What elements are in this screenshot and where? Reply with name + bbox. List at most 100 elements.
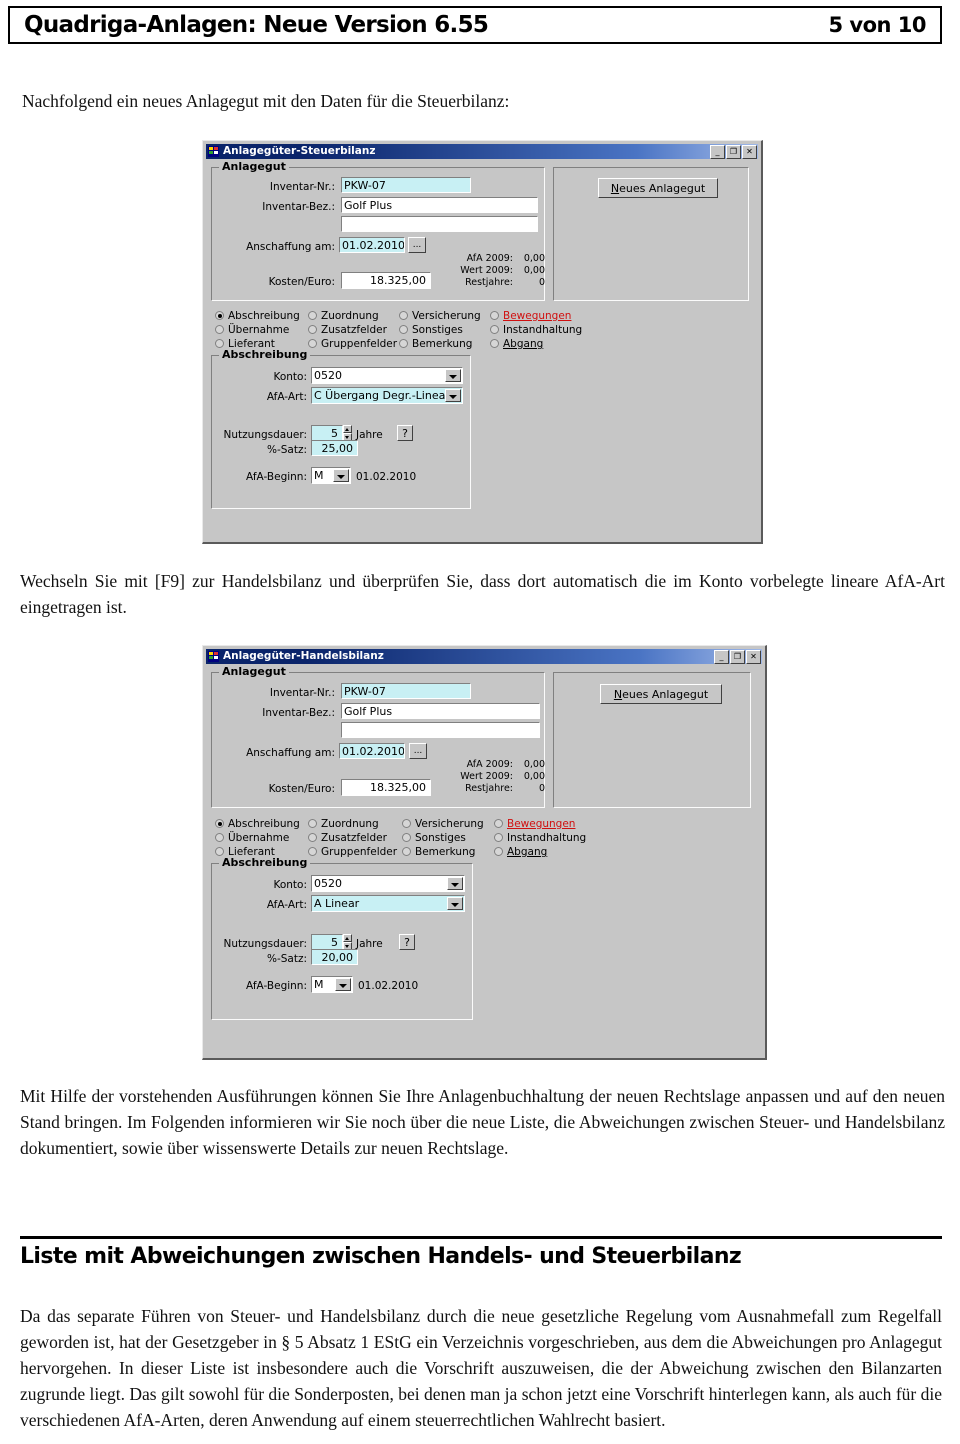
minimize-icon[interactable]: _ — [714, 649, 729, 664]
stat-restjahre: Restjahre: 0 — [455, 277, 545, 288]
paragraph-after-second-screenshot: Mit Hilfe der vorstehenden Ausführungen … — [20, 1086, 945, 1158]
radio-zuordnung[interactable]: Zuordnung — [308, 310, 379, 322]
radio-abschreibung[interactable]: Abschreibung — [215, 818, 300, 830]
group-abschreibung-legend: Abschreibung — [219, 856, 311, 869]
stat-afa-2009-label: AfA 2009: — [466, 759, 513, 770]
stat-afa-2009: AfA 2009: 0,00 — [455, 759, 545, 770]
input-inventar-bez[interactable]: Golf Plus — [341, 703, 540, 719]
select-afa-beginn-value: M — [314, 469, 324, 482]
radio-gruppenfelder[interactable]: Gruppenfelder — [308, 338, 397, 350]
radio-versicherung[interactable]: Versicherung — [402, 818, 484, 830]
stat-wert-2009: Wert 2009: 0,00 — [455, 265, 545, 276]
select-afa-art[interactable]: C Übergang Degr.-Linear — [311, 387, 463, 404]
radio-sonstiges[interactable]: Sonstiges — [399, 324, 463, 336]
input-nutzungsdauer[interactable]: 5 — [311, 934, 343, 950]
input-anschaffung-datum[interactable]: 01.02.2010 — [339, 237, 405, 253]
close-icon[interactable]: ✕ — [742, 144, 757, 159]
select-konto[interactable]: 0520 — [311, 367, 463, 384]
new-asset-button-label: eues Anlagegut — [619, 181, 706, 195]
section-heading: Liste mit Abweichungen zwischen Handels-… — [20, 1244, 742, 1269]
radio-instandhaltung[interactable]: Instandhaltung — [490, 324, 582, 336]
document-page: Quadriga-Anlagen: Neue Version 6.55 5 vo… — [0, 0, 960, 1444]
select-konto[interactable]: 0520 — [311, 875, 465, 892]
label-kosten-euro: Kosten/Euro: — [268, 783, 335, 795]
minimize-icon[interactable]: _ — [710, 144, 725, 159]
radio-bewegungen[interactable]: Bewegungen — [490, 310, 571, 322]
new-asset-button-mnemonic: N — [610, 181, 620, 195]
radio-abgang[interactable]: Abgang — [494, 846, 547, 858]
input-inventar-nr[interactable]: PKW-07 — [341, 683, 471, 699]
maximize-icon[interactable]: ❐ — [730, 649, 745, 664]
window-title: Anlagegüter-Handelsbilanz — [223, 650, 384, 662]
chevron-down-icon[interactable] — [445, 389, 461, 402]
page-number-indicator: 5 von 10 — [828, 13, 926, 37]
stat-restjahre: Restjahre: 0 — [455, 783, 545, 794]
radio-bemerkung[interactable]: Bemerkung — [399, 338, 472, 350]
select-afa-art-value: C Übergang Degr.-Linear — [314, 389, 450, 402]
label-konto: Konto: — [273, 879, 307, 891]
select-afa-beginn[interactable]: M — [311, 467, 351, 484]
label-inventar-bez: Inventar-Bez.: — [262, 201, 335, 213]
page-title: Quadriga-Anlagen: Neue Version 6.55 — [24, 12, 489, 38]
radio-abschreibung[interactable]: Abschreibung — [215, 310, 300, 322]
input-inventar-bez-line2[interactable] — [341, 216, 538, 232]
stat-wert-2009-label: Wert 2009: — [460, 771, 513, 782]
chevron-down-icon[interactable] — [447, 897, 463, 910]
radio-bewegungen[interactable]: Bewegungen — [494, 818, 575, 830]
middle-paragraph: Wechseln Sie mit [F9] zur Handelsbilanz … — [20, 571, 945, 617]
closing-paragraph: Da das separate Führen von Steuer- und H… — [20, 1306, 942, 1430]
help-button[interactable]: ? — [399, 934, 415, 950]
radio-zuordnung[interactable]: Zuordnung — [308, 818, 379, 830]
chevron-down-icon[interactable] — [335, 978, 351, 991]
input-nutzungsdauer[interactable]: 5 — [311, 425, 343, 441]
input-prozentsatz[interactable]: 20,00 — [311, 949, 358, 965]
text-afa-beginn-datum: 01.02.2010 — [356, 471, 417, 483]
section-divider — [20, 1236, 942, 1239]
radio-sonstiges[interactable]: Sonstiges — [402, 832, 466, 844]
nutzungsdauer-stepper[interactable] — [343, 934, 352, 950]
radio-zusatzfelder[interactable]: Zusatzfelder — [308, 324, 387, 336]
new-asset-button[interactable]: Neues Anlagegut — [598, 178, 718, 198]
label-afa-art: AfA-Art: — [266, 899, 307, 911]
input-prozentsatz[interactable]: 25,00 — [311, 440, 358, 456]
input-inventar-bez-line2[interactable] — [341, 722, 540, 738]
input-inventar-nr[interactable]: PKW-07 — [341, 177, 471, 193]
radio-abgang[interactable]: Abgang — [490, 338, 543, 350]
radio-zusatzfelder[interactable]: Zusatzfelder — [308, 832, 387, 844]
screenshot-anlageguter-handelsbilanz: Anlagegüter-Handelsbilanz _ ❐ ✕ Anlagegu… — [202, 645, 767, 1060]
chevron-down-icon[interactable] — [333, 469, 349, 482]
radio-versicherung[interactable]: Versicherung — [399, 310, 481, 322]
date-picker-button[interactable]: ... — [409, 743, 427, 759]
date-picker-button[interactable]: ... — [408, 237, 426, 253]
stat-wert-2009-value: 0,00 — [523, 265, 545, 276]
chevron-down-icon[interactable] — [445, 369, 461, 382]
label-afa-beginn: AfA-Beginn: — [246, 471, 307, 483]
radio-instandhaltung[interactable]: Instandhaltung — [494, 832, 586, 844]
select-afa-art[interactable]: A Linear — [311, 895, 465, 912]
input-inventar-bez[interactable]: Golf Plus — [341, 197, 538, 213]
new-asset-button[interactable]: Neues Anlagegut — [600, 684, 722, 704]
screenshot-anlageguter-steuerbilanz: Anlagegüter-Steuerbilanz _ ❐ ✕ Anlagegut… — [202, 140, 763, 544]
stat-wert-2009-label: Wert 2009: — [460, 265, 513, 276]
input-kosten-euro[interactable]: 18.325,00 — [341, 272, 431, 289]
chevron-down-icon[interactable] — [447, 877, 463, 890]
input-kosten-euro[interactable]: 18.325,00 — [341, 779, 431, 796]
radio-bemerkung[interactable]: Bemerkung — [402, 846, 475, 858]
stat-restjahre-label: Restjahre: — [465, 783, 513, 794]
stat-afa-2009-label: AfA 2009: — [466, 253, 513, 264]
app-icon — [208, 146, 219, 157]
label-jahre: Jahre — [356, 429, 383, 441]
close-icon[interactable]: ✕ — [746, 649, 761, 664]
maximize-icon[interactable]: ❐ — [726, 144, 741, 159]
stat-wert-2009: Wert 2009: 0,00 — [455, 771, 545, 782]
select-afa-beginn[interactable]: M — [311, 976, 353, 993]
stat-afa-2009-value: 0,00 — [523, 253, 545, 264]
help-button[interactable]: ? — [397, 425, 413, 441]
radio-ubernahme[interactable]: Übernahme — [215, 832, 289, 844]
label-inventar-nr: Inventar-Nr.: — [269, 181, 335, 193]
input-anschaffung-datum[interactable]: 01.02.2010 — [339, 743, 405, 759]
nutzungsdauer-stepper[interactable] — [343, 425, 352, 441]
radio-gruppenfelder[interactable]: Gruppenfelder — [308, 846, 397, 858]
radio-ubernahme[interactable]: Übernahme — [215, 324, 289, 336]
label-prozentsatz: %-Satz: — [266, 953, 307, 965]
